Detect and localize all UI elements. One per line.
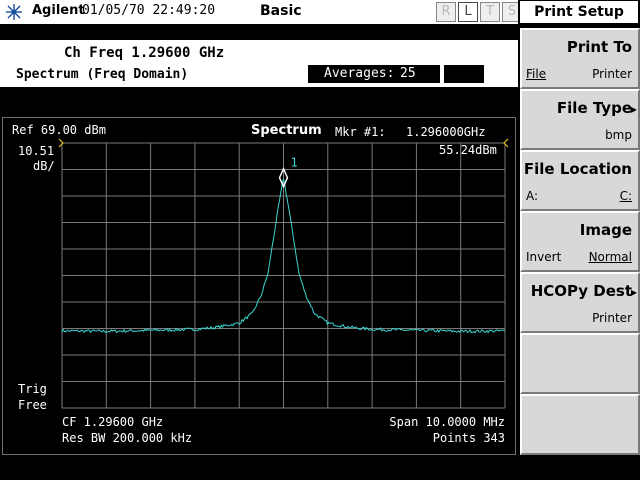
softkey-value: Printer: [592, 311, 632, 325]
softkey-label: File Type: [556, 99, 632, 117]
blank-softkey-7[interactable]: [520, 394, 640, 455]
softkey-label: File Location: [523, 160, 632, 178]
softkey-option-invert: Invert: [526, 250, 562, 264]
brand-name: Agilent: [32, 3, 85, 18]
marker-number-label: 1: [291, 156, 298, 170]
hcopy-dest-softkey[interactable]: HCOPy Dest ▶ Printer: [520, 272, 640, 333]
averages-label: Averages:: [324, 66, 395, 81]
agilent-spark-icon: [6, 4, 22, 20]
scale-value: 10.51: [18, 144, 55, 158]
softkey-label: Print To: [566, 38, 632, 56]
softkey-menu: Print Setup Print To File Printer File T…: [518, 0, 640, 480]
view-title: Spectrum: [251, 123, 322, 138]
marker-frequency: 1.296000GHz: [406, 125, 486, 139]
points-count: Points 343: [432, 431, 505, 445]
marker-label: Mkr #1:: [335, 125, 386, 139]
submenu-arrow-icon: ▶: [630, 105, 637, 114]
date-time: 01/05/70 22:49:20: [82, 3, 216, 18]
softkey-option-file: File: [526, 67, 547, 81]
trigger-value: Free: [18, 398, 47, 412]
resolution-bandwidth: Res BW 200.000 kHz: [62, 431, 193, 445]
menu-title: Print Setup: [520, 1, 638, 23]
remote-indicator: R: [436, 2, 456, 22]
measurement-name: Spectrum (Freq Domain): [16, 67, 189, 82]
softkey-option-printer: Printer: [592, 67, 632, 81]
averages-value: 25: [400, 66, 416, 81]
spectrum-plot: 1: [58, 138, 509, 409]
softkey-option-normal: Normal: [588, 250, 632, 264]
blank-softkey-6[interactable]: [520, 333, 640, 394]
spectrum-display: 1 Ref 69.00 dBm 10.51 dB/ Spectrum Mkr #…: [2, 117, 516, 455]
file-type-softkey[interactable]: File Type ▶ bmp: [520, 89, 640, 150]
file-location-softkey[interactable]: File Location A: C:: [520, 150, 640, 211]
channel-frequency: Ch Freq 1.29600 GHz: [64, 45, 225, 61]
trigger-indicator: T: [480, 2, 500, 22]
print-to-softkey[interactable]: Print To File Printer: [520, 28, 640, 89]
submenu-arrow-icon: ▶: [630, 288, 637, 297]
image-softkey[interactable]: Image Invert Normal: [520, 211, 640, 272]
title-bar: Agilent 01/05/70 22:49:20 Basic R L T S: [0, 0, 522, 25]
mode-name: Basic: [260, 3, 302, 19]
span: Span 10.0000 MHz: [389, 415, 505, 429]
softkey-option-a: A:: [526, 189, 539, 203]
measurement-info-bar: Ch Freq 1.29600 GHz Spectrum (Freq Domai…: [0, 40, 518, 87]
softkey-label: HCOPy Dest: [530, 282, 632, 300]
marker-amplitude: 55.24dBm: [439, 143, 497, 157]
status-indicators: R L T S: [436, 2, 522, 22]
reference-level: Ref 69.00 dBm: [12, 123, 106, 137]
softkey-value: bmp: [605, 128, 632, 142]
local-indicator[interactable]: L: [458, 2, 478, 22]
trigger-label: Trig: [18, 382, 47, 396]
softkey-option-c: C:: [619, 189, 632, 203]
averages-display: Averages: 25: [308, 65, 440, 83]
scale-unit: dB/: [33, 159, 55, 173]
center-frequency: CF 1.29600 GHz: [62, 415, 164, 429]
softkey-label: Image: [579, 221, 632, 239]
averages-aux-box: [444, 65, 484, 83]
